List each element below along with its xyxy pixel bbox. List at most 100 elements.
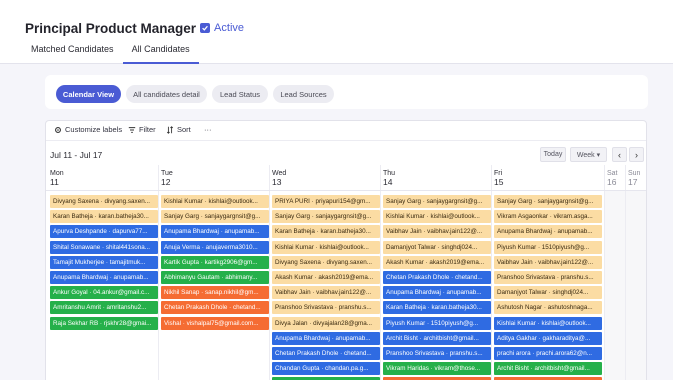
column-divider (269, 165, 270, 380)
column-divider (625, 165, 626, 380)
date-range: Jul 11 - Jul 17 (50, 150, 103, 160)
calendar-event[interactable]: PRIYA PURI · priyapuri154@gm... (272, 195, 380, 208)
day-header-fri: Fri 15 (494, 169, 503, 187)
calendar-event[interactable]: Abhimanyu Gautam · abhimany... (161, 271, 269, 284)
grid-divider (46, 190, 646, 191)
calendar-event[interactable]: Chetan Prakash Dhole · chetand... (272, 347, 380, 360)
calendar-event[interactable]: Tamajit Mukherjee · tamajitmuk... (50, 255, 158, 269)
calendar-event[interactable]: Divyang Saxena · divyang.saxen... (272, 255, 380, 269)
calendar-event[interactable]: Damanjyot Talwar · singhdj024... (494, 286, 602, 300)
all-candidates-detail-button[interactable]: All candidates detail (126, 85, 207, 103)
week-select[interactable]: Week ▾ (570, 147, 607, 162)
calendar-event[interactable]: Piyush Kumar · 1510piyush@g... (494, 240, 602, 254)
weekend-background (605, 191, 646, 380)
calendar-event[interactable]: prachi arora · prachi.arora62@n... (494, 347, 602, 360)
calendar-event[interactable]: Anupama Bhardwaj · anupamab... (50, 271, 158, 284)
more-options-icon[interactable]: ··· (204, 125, 212, 134)
calendar-event[interactable]: Ashutosh Nagar · ashutoshnaga... (494, 301, 602, 315)
calendar-event[interactable]: Chetan Prakash Dhole · chetand... (161, 301, 269, 315)
tab-matched-candidates[interactable]: Matched Candidates (25, 39, 123, 64)
calendar-event[interactable]: Amritanshu Amrit · amritanshu2... (50, 301, 158, 315)
column-divider (604, 165, 605, 380)
calendar-event[interactable]: Nikhil Sanap · sanap.nikhil@gm... (161, 286, 269, 300)
calendar-event[interactable]: Divya Jalan · divyajalan28@gma... (272, 316, 380, 330)
day-number: 15 (494, 177, 504, 187)
calendar-event[interactable]: Kishlai Kumar · kishlai@outlook... (272, 240, 380, 254)
calendar-event[interactable]: Damanjyot Talwar · singhdj024... (383, 240, 491, 254)
prev-week-icon[interactable]: ‹ (612, 147, 627, 162)
calendar-event[interactable]: Pranshoo Srivastava · pranshu.s... (383, 347, 491, 360)
sort-button[interactable]: Sort (166, 125, 191, 134)
day-header-tue: Tue 12 (161, 169, 173, 187)
calendar-event[interactable]: Kartik Gupta · kartikg2906@gm... (161, 255, 269, 269)
calendar-event[interactable]: Anuja Verma · anujaverma3010... (161, 240, 269, 254)
calendar-event[interactable]: Shital Sonawane · shital441sona... (50, 240, 158, 254)
calendar-event[interactable]: Karan Batheja · karan.batheja30... (50, 210, 158, 224)
calendar-event[interactable]: Ankur Goyal · 04.ankur@gmail.c... (50, 286, 158, 300)
today-button[interactable]: Today (540, 147, 566, 162)
calendar-view-button[interactable]: Calendar View (56, 85, 121, 103)
calendar-event[interactable]: Vaibhav Jain · vaibhav.jain122@... (383, 225, 491, 239)
candidate-tabs: Matched Candidates All Candidates (25, 39, 199, 64)
day-number: 14 (383, 177, 393, 187)
tab-all-candidates[interactable]: All Candidates (122, 39, 199, 64)
filter-icon (128, 126, 136, 133)
calendar-event[interactable]: Karan Batheja · karan.batheja30... (383, 301, 491, 315)
sort-icon (166, 125, 174, 134)
calendar-event[interactable]: Divyang Saxena · divyang.saxen... (50, 195, 158, 208)
day-number: 11 (50, 177, 59, 187)
calendar-event[interactable]: Anupama Bhardwaj · anupamab... (494, 225, 602, 239)
calendar-event[interactable]: Vaibhav Jain · vaibhav.jain122@... (494, 255, 602, 269)
day-header-mon: Mon 11 (50, 169, 64, 187)
calendar-event[interactable]: Anupama Bhardwaj · anupamab... (272, 331, 380, 345)
column-divider (491, 165, 492, 380)
calendar-event[interactable]: Anupama Bhardwaj · anupamab... (383, 286, 491, 300)
calendar-event[interactable]: Sanjay Garg · sanjaygargnsit@g... (161, 210, 269, 224)
title-row: Principal Product Manager Active (25, 19, 244, 37)
calendar-event[interactable]: Sanjay Garg · sanjaygargnsit@g... (272, 210, 380, 224)
calendar-panel: Customize labels Filter Sort ··· Jul 11 … (45, 120, 647, 380)
calendar-event[interactable]: Kishlai Kumar · kishlai@outlook... (383, 210, 491, 224)
calendar-event[interactable]: Aditya Gakhar · gakharaditya@... (494, 331, 602, 345)
day-number: 16 (607, 177, 617, 187)
day-number: 12 (161, 177, 171, 187)
calendar-event[interactable]: Vishal · vishalpal75@gmail.com... (161, 316, 269, 330)
lead-status-button[interactable]: Lead Status (212, 85, 268, 103)
calendar-event[interactable]: Akash Kumar · akash2019@ema... (383, 255, 491, 269)
lead-sources-button[interactable]: Lead Sources (273, 85, 334, 103)
calendar-event[interactable]: Apurva Deshpande · dapurva77... (50, 225, 158, 239)
day-header-sat: Sat 16 (607, 169, 618, 187)
calendar-event[interactable]: Pranshoo Srivastava · pranshu.s... (272, 301, 380, 315)
checkbox-checked-icon[interactable] (200, 23, 211, 33)
calendar-event[interactable]: Vikram Haridas · vikram@those... (383, 362, 491, 376)
calendar-event[interactable]: Raja Sekhar RB · rjskhr28@gmai... (50, 316, 158, 330)
calendar-event[interactable]: Sanjay Garg · sanjaygargnsit@g... (383, 195, 491, 208)
column-divider (380, 165, 381, 380)
day-header-wed: Wed 13 (272, 169, 286, 187)
calendar-event[interactable]: Chandan Gupta · chandan.pa.g... (272, 362, 380, 376)
calendar-event[interactable]: Akash Kumar · akash2019@ema... (272, 271, 380, 284)
day-number: 13 (272, 177, 282, 187)
calendar-event[interactable]: Pranshoo Srivastava · pranshu.s... (494, 271, 602, 284)
calendar-event[interactable]: Kishlai Kumar · kishlai@outlook... (161, 195, 269, 208)
calendar-event[interactable]: Piyush Kumar · 1510piyush@g... (383, 316, 491, 330)
calendar-event[interactable]: Sanjay Garg · sanjaygargnsit@g... (494, 195, 602, 208)
calendar-event[interactable]: Vaibhav Jain · vaibhav.jain122@... (272, 286, 380, 300)
calendar-event[interactable]: Karan Batheja · karan.batheja30... (272, 225, 380, 239)
next-week-icon[interactable]: › (629, 147, 644, 162)
sort-label: Sort (177, 125, 191, 134)
filter-button[interactable]: Filter (128, 125, 156, 134)
calendar-event[interactable]: Anupama Bhardwaj · anupamab... (161, 225, 269, 239)
calendar-event[interactable]: Chetan Prakash Dhole · chetand... (383, 271, 491, 284)
calendar-toolbar: Customize labels Filter Sort ··· (46, 121, 646, 141)
filter-label: Filter (139, 125, 156, 134)
customize-labels-label: Customize labels (65, 125, 123, 134)
status-badge: Active (214, 22, 245, 34)
calendar-event[interactable]: Kishlai Kumar · kishlai@outlook... (494, 316, 602, 330)
day-header-thu: Thu 14 (383, 169, 395, 187)
calendar-event[interactable]: Archit Bisht · architbisht@gmail... (494, 362, 602, 376)
calendar-event[interactable]: Archit Bisht · architbisht@gmail... (383, 331, 491, 345)
calendar-event[interactable]: Vikram Asgaonkar · vikram.asga... (494, 210, 602, 224)
customize-labels-button[interactable]: Customize labels (54, 125, 122, 134)
page-title: Principal Product Manager (25, 20, 197, 36)
